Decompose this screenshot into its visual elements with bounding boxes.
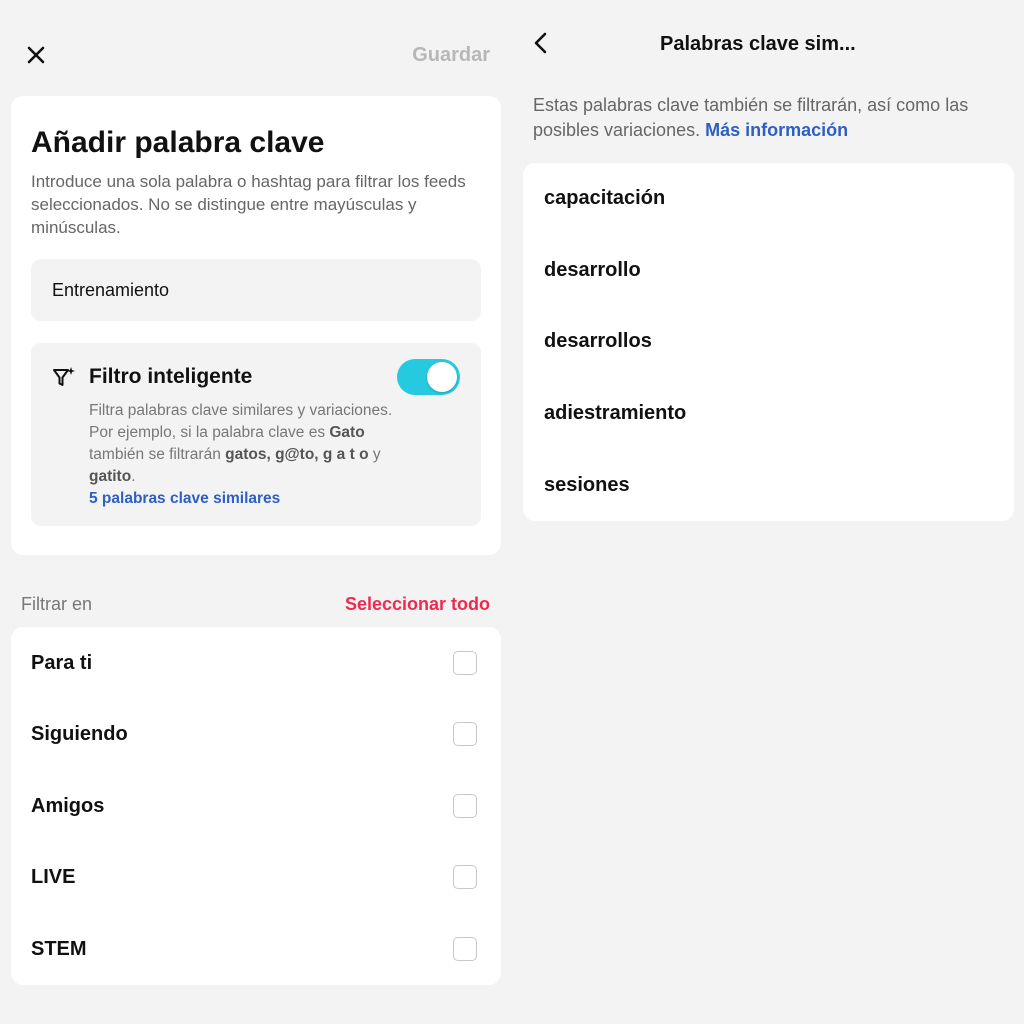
similar-keywords-panel: Palabras clave sim... Estas palabras cla… [512,0,1024,1024]
list-item: desarrollo [544,259,641,281]
feed-checkbox[interactable] [453,651,477,675]
feed-checkbox[interactable] [453,937,477,961]
smart-desc-line1: Filtra palabras clave similares y variac… [89,402,393,419]
select-all-button[interactable]: Seleccionar todo [345,594,490,615]
toggle-knob [427,362,457,392]
page-title: Añadir palabra clave [31,126,325,159]
similar-keywords-title: Palabras clave sim... [660,33,856,55]
smart-desc-line2: Por ejemplo, si la palabra clave es [89,424,330,441]
add-keyword-card: Añadir palabra clave Introduce una sola … [11,96,501,555]
similar-keywords-list: capacitación desarrollo desarrollos adie… [523,163,1014,521]
list-item: sesiones [544,474,630,496]
feed-label: Siguiendo [31,723,128,745]
feed-label: Amigos [31,795,105,817]
add-keyword-panel: Guardar Añadir palabra clave Introduce u… [0,0,512,1024]
save-button[interactable]: Guardar [412,44,490,67]
smart-desc-line4-end: . [131,468,136,485]
smart-filter-toggle[interactable] [397,359,460,395]
list-item: desarrollos [544,330,652,352]
feed-checkbox[interactable] [453,794,477,818]
chevron-left-icon[interactable] [532,31,550,55]
similar-keywords-link[interactable]: 5 palabras clave similares [89,488,449,510]
feed-row-amigos[interactable]: Amigos [11,774,501,834]
smart-desc-word: Gato [329,424,365,441]
feed-row-siguiendo[interactable]: Siguiendo [11,702,501,762]
list-item: capacitación [544,187,666,209]
smart-desc-line3: también se filtrarán [89,446,226,463]
more-info-link[interactable]: Más información [705,120,848,140]
smart-filter-description: Filtra palabras clave similares y variac… [89,400,449,510]
feed-list: Para ti Siguiendo Amigos LIVE STEM [11,627,501,985]
filter-in-label: Filtrar en [21,594,93,614]
list-item: adiestramiento [544,402,687,424]
smart-filter-icon [53,367,75,386]
feed-label: LIVE [31,866,76,888]
feed-row-live[interactable]: LIVE [11,845,501,905]
smart-filter-title: Filtro inteligente [89,365,253,388]
smart-desc-line3-end: y [368,446,381,463]
feed-label: STEM [31,938,87,960]
feed-label: Para ti [31,652,93,674]
close-icon[interactable] [25,44,47,66]
feed-checkbox[interactable] [453,865,477,889]
keyword-input[interactable] [31,259,481,321]
smart-desc-variants: gatos, g@to, g a t o [225,446,369,463]
similar-keywords-description: Estas palabras clave también se filtrará… [533,93,1003,143]
keyword-description: Introduce una sola palabra o hashtag par… [31,172,466,237]
feed-row-para-ti[interactable]: Para ti [11,631,501,691]
feed-row-stem[interactable]: STEM [11,917,501,977]
smart-desc-line4: gatito [89,468,132,485]
smart-filter-section: Filtro inteligente Filtra palabras clave… [31,343,481,526]
feed-checkbox[interactable] [453,722,477,746]
